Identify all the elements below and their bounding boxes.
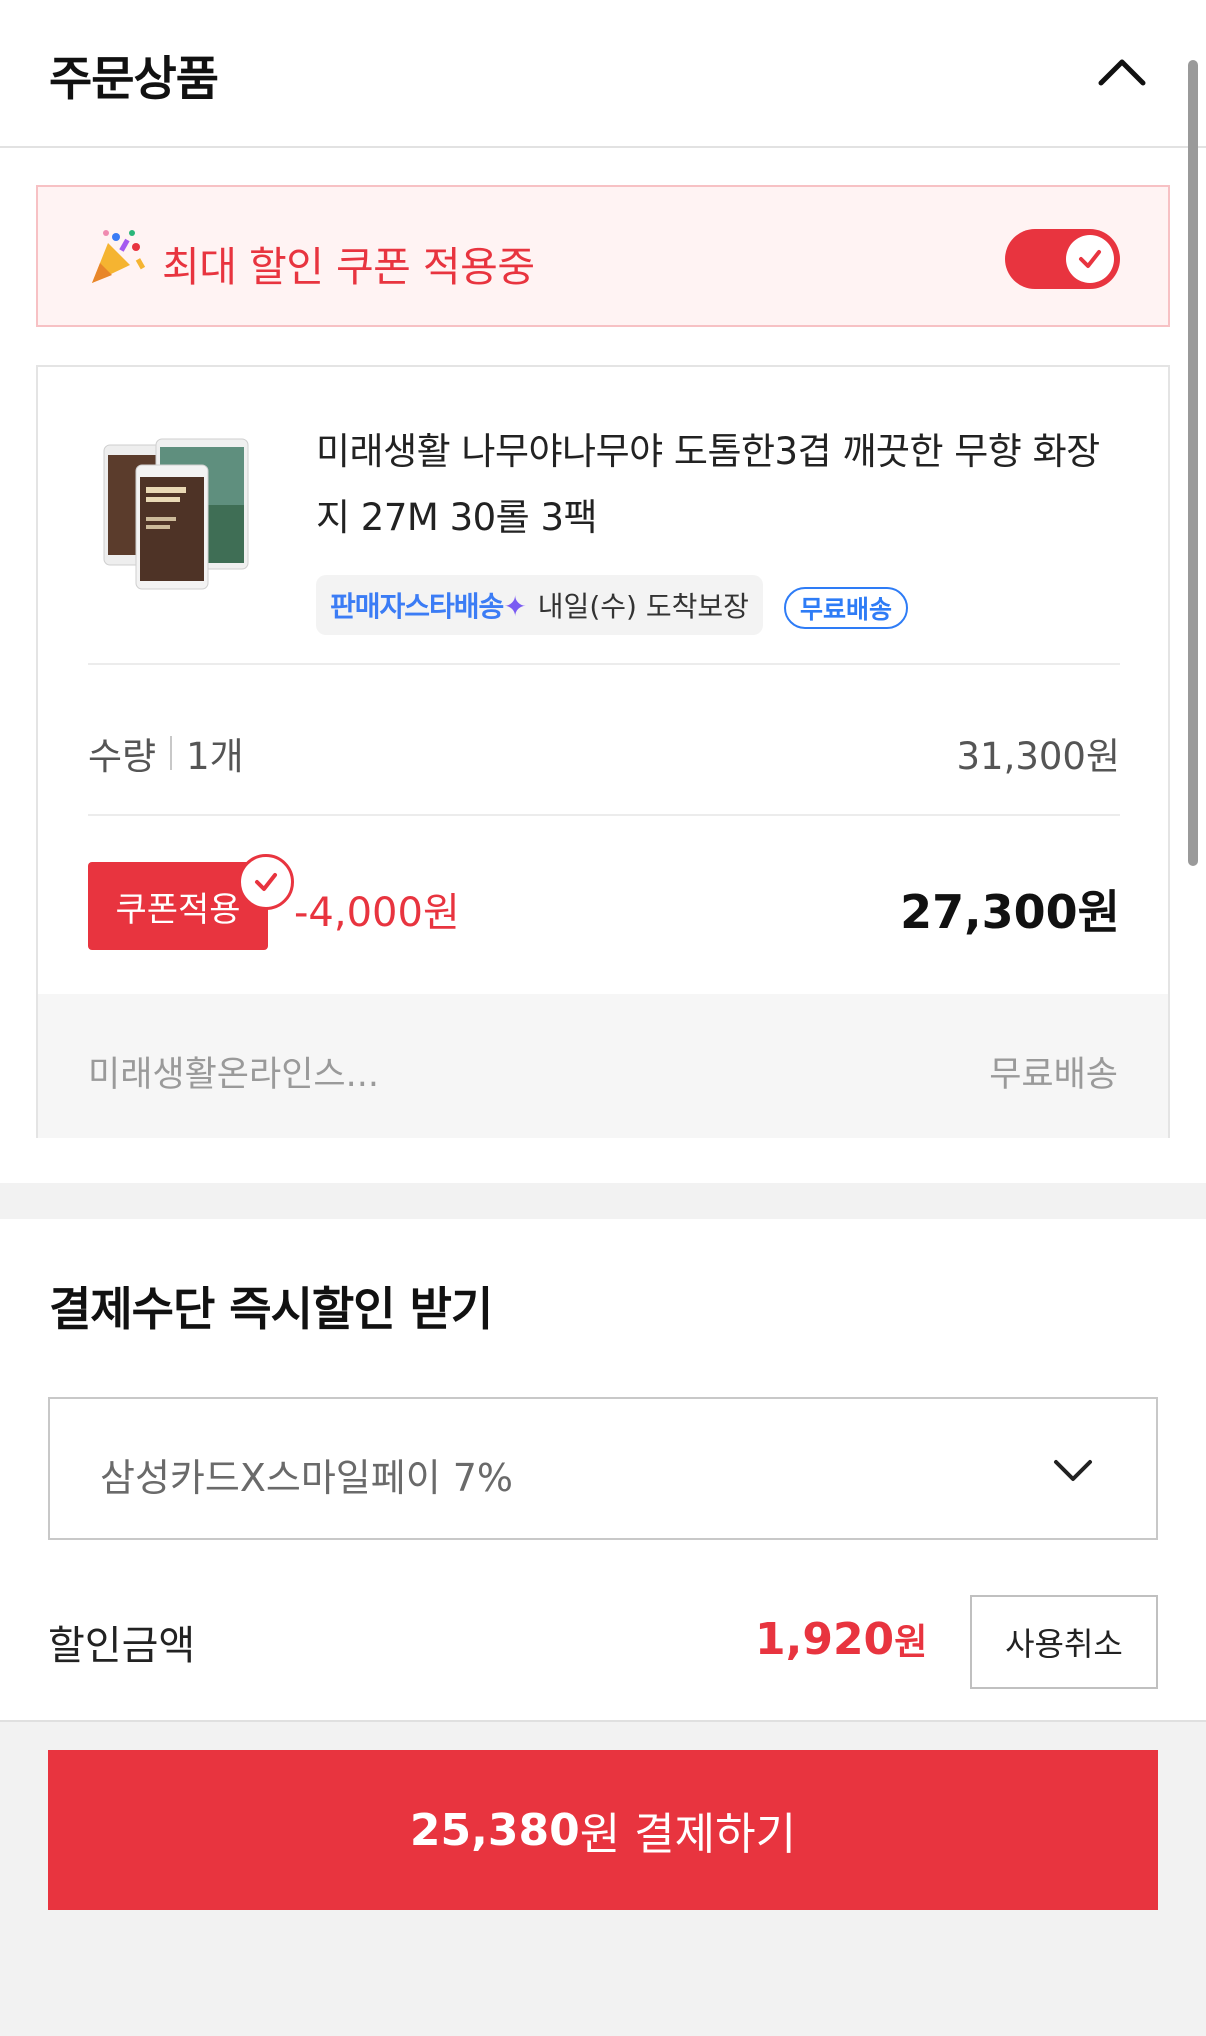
coupon-toggle[interactable]	[1005, 229, 1120, 289]
seller-shipping: 무료배송	[989, 1055, 1118, 1095]
coupon-apply-button[interactable]: 쿠폰적용	[88, 854, 294, 950]
pay-button[interactable]: 25,380 원 결제하기	[48, 1750, 1158, 1910]
delivery-info-chip: 판매자스타배송✦ 내일(수) 도착보장	[316, 575, 763, 635]
check-circle-icon	[238, 854, 294, 910]
coupon-apply-row: 쿠폰적용 -4,000원 27,300원	[88, 842, 1120, 950]
pay-label: 원 결제하기	[579, 1809, 797, 1860]
product-name[interactable]: 미래생활 나무야나무야 도톰한3겹 깨끗한 무향 화장지 27M 30롤 3팩	[316, 419, 1126, 551]
selected-card: 삼성카드X스마일페이 7%	[100, 1456, 514, 1500]
discount-amount-row: 할인금액 1,920원 사용취소	[48, 1595, 1158, 1691]
seller-row: 미래생활온라인스... 무료배송	[38, 994, 1168, 1138]
coupon-apply-label: 쿠폰적용	[115, 889, 241, 930]
divider	[88, 663, 1120, 665]
seller-star-delivery-logo: 판매자스타배송✦	[330, 590, 527, 623]
discount-value: 1,920원	[755, 1614, 928, 1665]
toggle-knob	[1066, 235, 1114, 283]
footer-bar: 25,380 원 결제하기	[0, 1720, 1206, 2036]
quantity-separator	[170, 736, 173, 770]
chevron-down-icon	[1054, 1460, 1092, 1481]
product-image	[103, 438, 249, 590]
arrival-guarantee: 내일(수) 도착보장	[537, 590, 749, 623]
coupon-discount-amount: -4,000원	[294, 890, 460, 936]
scrollbar[interactable]	[1188, 60, 1198, 866]
product-card: 미래생활 나무야나무야 도톰한3겹 깨끗한 무향 화장지 27M 30롤 3팩 …	[36, 365, 1170, 1138]
payment-discount-title: 결제수단 즉시할인 받기	[49, 1282, 493, 1336]
final-price: 27,300원	[900, 885, 1120, 939]
collapse-button[interactable]	[1090, 40, 1154, 104]
original-price: 31,300원	[956, 735, 1120, 778]
order-items-header: 주문상품	[0, 0, 1206, 148]
card-discount-select[interactable]: 삼성카드X스마일페이 7%	[48, 1397, 1158, 1540]
cancel-discount-button[interactable]: 사용취소	[970, 1595, 1158, 1689]
max-coupon-banner: 최대 할인 쿠폰 적용중	[36, 185, 1170, 327]
free-shipping-badge: 무료배송	[784, 587, 909, 629]
coupon-banner-text: 최대 할인 쿠폰 적용중	[162, 243, 535, 291]
check-icon	[1079, 250, 1101, 268]
divider	[88, 814, 1120, 816]
party-popper-icon	[92, 230, 146, 283]
pay-amount: 25,380	[409, 1804, 580, 1856]
quantity-label: 수량	[88, 735, 157, 778]
section-divider	[0, 1183, 1206, 1219]
page-title: 주문상품	[49, 52, 219, 107]
quantity-row: 수량 1개 31,300원	[88, 723, 1120, 783]
discount-label: 할인금액	[48, 1623, 196, 1669]
chevron-up-icon	[1098, 59, 1146, 86]
quantity-value: 1개	[186, 735, 244, 778]
seller-name[interactable]: 미래생활온라인스...	[88, 1046, 379, 1097]
